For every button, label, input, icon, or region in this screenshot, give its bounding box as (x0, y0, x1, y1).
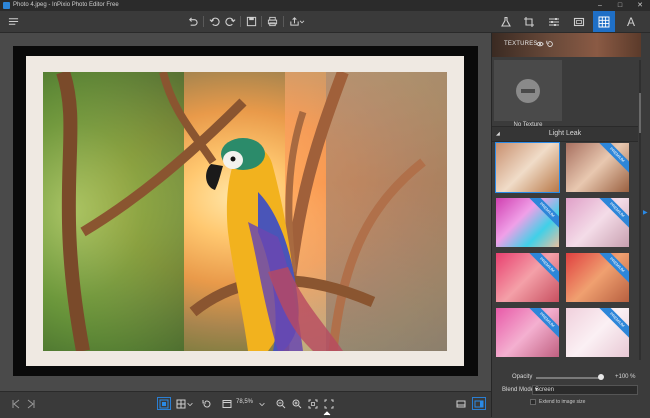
title-bar: Photo 4.jpeg - InPixio Photo Editor Free… (0, 0, 650, 11)
texture-thumb-3[interactable]: PREMIUM (496, 198, 559, 247)
texture-thumb-8[interactable]: PREMIUM (566, 308, 629, 357)
texture-thumb-6[interactable]: PREMIUM (566, 253, 629, 302)
tab-adjust[interactable] (543, 11, 565, 32)
opacity-slider-handle[interactable] (598, 374, 604, 380)
zoom-in-icon[interactable] (290, 397, 304, 410)
eye-icon[interactable] (536, 40, 544, 48)
reset-icon[interactable] (546, 40, 554, 48)
zoom-out-icon[interactable] (274, 397, 288, 410)
parrot-scene (56, 72, 426, 351)
fit-icon[interactable] (306, 397, 320, 410)
save-icon[interactable] (243, 14, 259, 29)
chevron-down-icon[interactable] (186, 397, 194, 410)
minimize-icon[interactable]: – (590, 0, 610, 11)
prev-icon[interactable] (9, 397, 23, 410)
texture-thumb-7[interactable]: PREMIUM (496, 308, 559, 357)
blend-mode-select[interactable]: Screen ▾ (532, 385, 638, 395)
tab-textures[interactable] (593, 11, 615, 32)
panel-edge: ▶ (641, 33, 650, 417)
chevron-down-icon: ▾ (535, 387, 539, 393)
expand-arrow-icon[interactable]: ▶ (643, 209, 648, 216)
photo-image[interactable] (43, 72, 447, 351)
texture-thumb-5[interactable]: PREMIUM (496, 253, 559, 302)
main-toolbar: A (0, 11, 650, 33)
close-icon[interactable]: ✕ (630, 0, 650, 11)
blend-mode-label: Blend Mode (502, 387, 535, 393)
chevron-down-icon[interactable] (258, 397, 266, 410)
texture-thumb-2[interactable]: PREMIUM (566, 143, 629, 192)
tab-text[interactable]: A (620, 11, 642, 32)
fit-view-icon[interactable] (157, 397, 171, 410)
opacity-label: Opacity (512, 374, 533, 380)
panel-header: TEXTURES (492, 33, 642, 57)
sliders-icon (549, 17, 559, 26)
chevron-down-icon[interactable] (298, 14, 306, 29)
extend-option: Extend to image size (492, 397, 642, 407)
rotate-icon[interactable] (200, 397, 214, 410)
panel-toggle-icon[interactable] (472, 397, 486, 410)
textures-panel: TEXTURES No Texture ◢ Light Leak PREMIUM… (491, 33, 642, 417)
text-icon: A (626, 14, 635, 29)
photo-mat (26, 56, 464, 366)
light-leak-group[interactable]: ◢ Light Leak (492, 126, 638, 142)
next-icon[interactable] (24, 397, 38, 410)
tab-frames[interactable] (568, 11, 590, 32)
tab-crop[interactable] (518, 11, 540, 32)
compare-icon[interactable] (220, 397, 234, 410)
photo-frame (13, 46, 478, 376)
undo-icon[interactable] (184, 14, 200, 29)
texture-grid-icon (598, 16, 610, 27)
chevron-up-icon[interactable] (320, 409, 334, 417)
filmstrip-icon[interactable] (454, 397, 468, 410)
group-label: Light Leak (548, 130, 582, 137)
tab-effects[interactable] (495, 11, 517, 32)
redo-step-icon[interactable] (222, 14, 238, 29)
undo-step-icon[interactable] (206, 14, 222, 29)
print-icon[interactable] (264, 14, 280, 29)
bottom-toolbar: 78,5% (0, 391, 491, 418)
opacity-value: +100 % (615, 374, 636, 380)
app-icon (3, 2, 10, 9)
maximize-icon[interactable]: □ (610, 0, 630, 11)
opacity-slider[interactable] (536, 377, 602, 379)
image-canvas[interactable] (0, 33, 491, 391)
texture-thumb-1[interactable] (495, 142, 560, 193)
texture-thumb-4[interactable]: PREMIUM (566, 198, 629, 247)
no-texture-option[interactable] (494, 60, 562, 121)
collapse-triangle-icon: ◢ (496, 131, 500, 137)
crop-icon (524, 16, 534, 27)
menu-icon[interactable] (5, 14, 21, 29)
blend-mode-control: Blend Mode Screen ▾ (492, 384, 642, 396)
extend-label: Extend to image size (539, 399, 586, 405)
panel-title: TEXTURES (504, 41, 538, 47)
no-entry-icon (516, 78, 540, 103)
flask-icon (501, 16, 511, 27)
opacity-control: Opacity +100 % (492, 373, 642, 383)
extend-checkbox[interactable] (530, 399, 536, 405)
zoom-level: 78,5% (236, 399, 254, 405)
window-title: Photo 4.jpeg - InPixio Photo Editor Free (13, 2, 119, 8)
frame-icon (573, 17, 585, 26)
